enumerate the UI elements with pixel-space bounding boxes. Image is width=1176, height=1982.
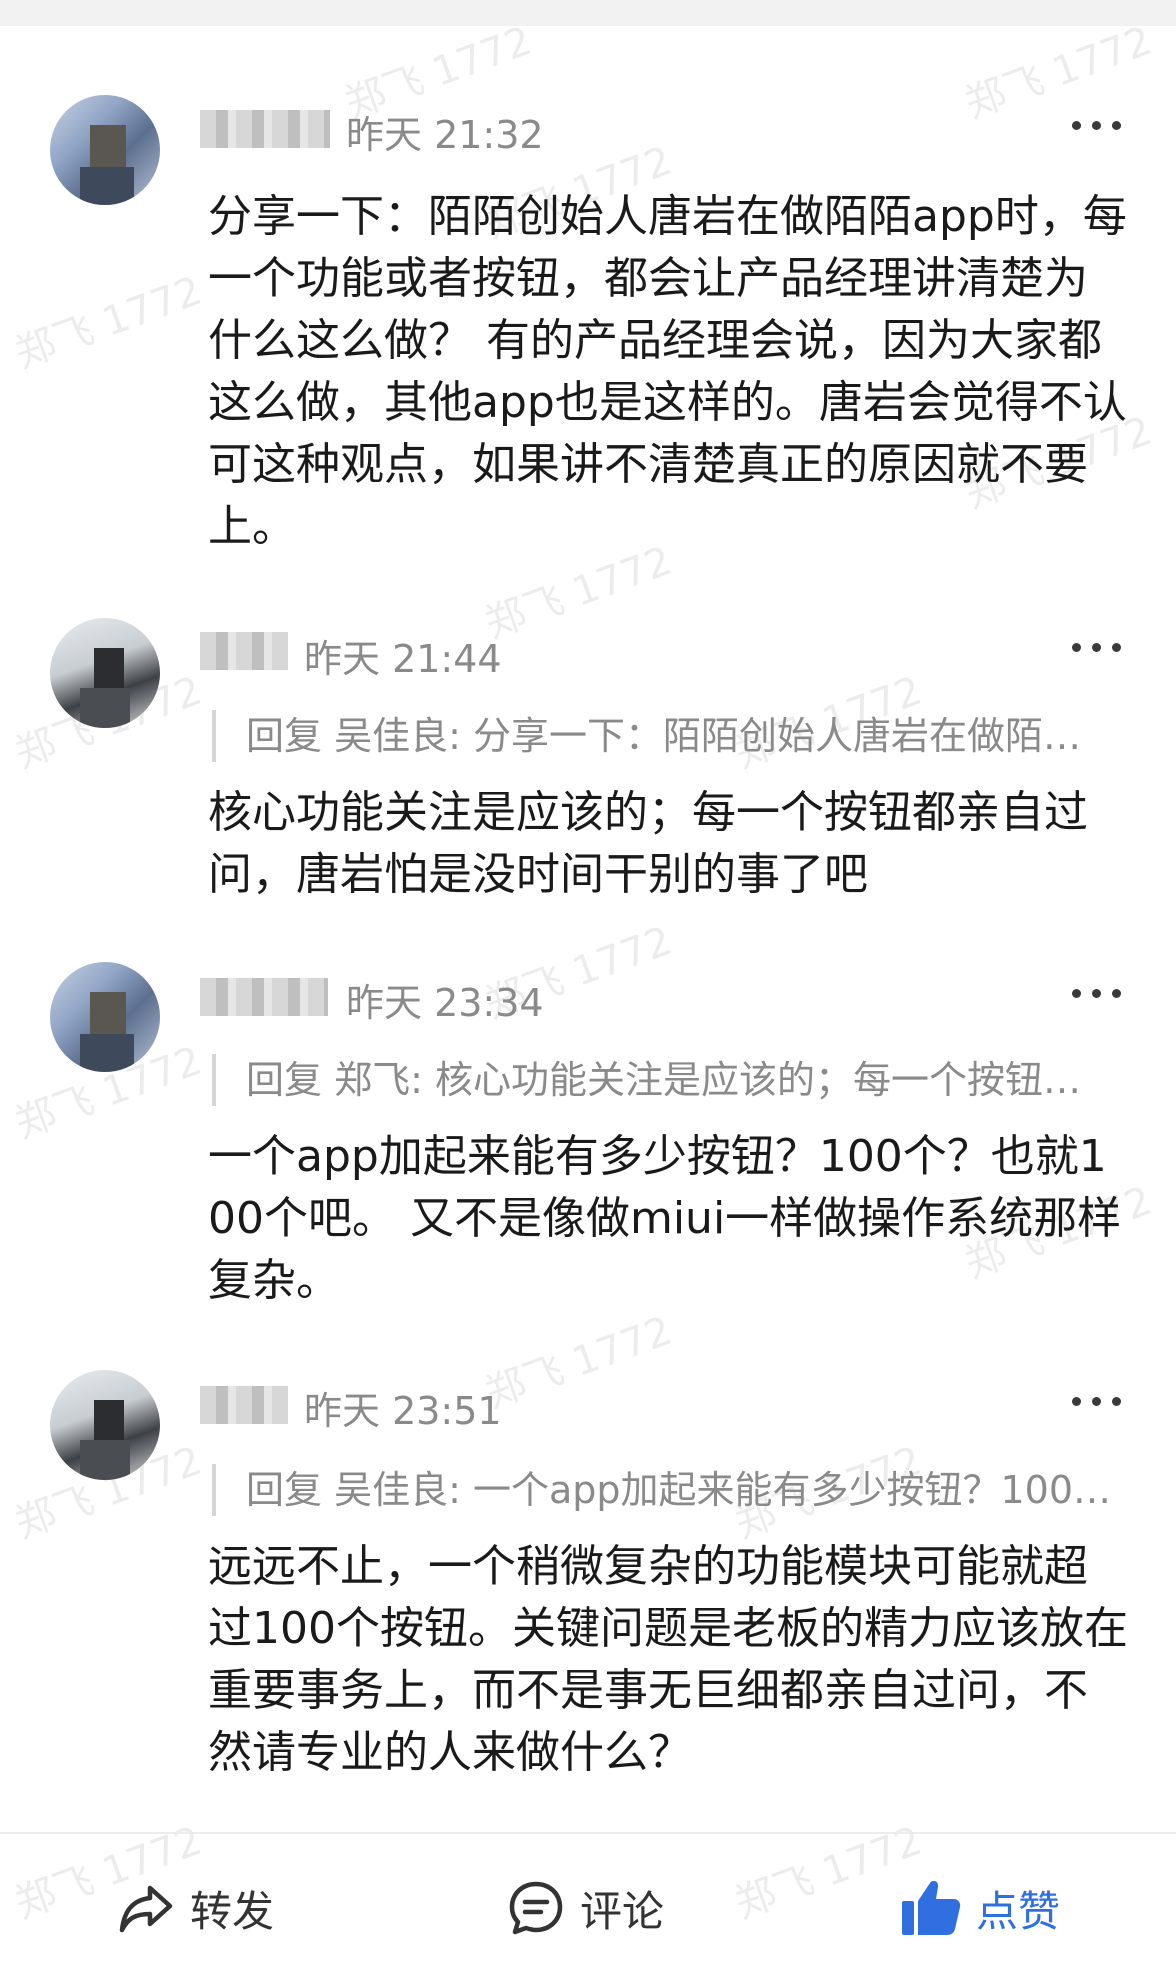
reply-quote[interactable]: 回复 吴佳良: 分享一下：陌陌创始人唐岩在做陌陌app时，每一个功能或者按钮 bbox=[212, 710, 1112, 762]
comment-text: 分享一下：陌陌创始人唐岩在做陌陌app时，每一个功能或者按钮，都会让产品经理讲清… bbox=[208, 191, 1127, 552]
like-label: 点赞 bbox=[976, 1886, 1061, 1936]
reply-quote[interactable]: 回复 吴佳良: 一个app加起来能有多少按钮？100个？也就100个吧 bbox=[212, 1464, 1112, 1516]
watermark: 郑飞 1772 bbox=[9, 267, 208, 378]
more-icon[interactable] bbox=[1072, 1394, 1122, 1408]
more-icon[interactable] bbox=[1072, 640, 1122, 654]
action-bar: 转发 评论 点赞 bbox=[0, 1834, 1176, 1982]
avatar[interactable] bbox=[50, 95, 160, 205]
watermark: 郑飞 1772 bbox=[959, 17, 1158, 128]
comment-thread-page: 郑飞 1772 郑飞 1772 郑飞 1772 郑飞 1772 郑飞 1772 … bbox=[0, 0, 1176, 1982]
like-button[interactable]: 点赞 bbox=[900, 1834, 1060, 1982]
username-redacted[interactable] bbox=[200, 110, 330, 148]
avatar[interactable] bbox=[50, 1370, 160, 1480]
more-icon[interactable] bbox=[1072, 986, 1122, 1000]
avatar[interactable] bbox=[50, 618, 160, 728]
forward-icon bbox=[119, 1885, 173, 1933]
more-icon[interactable] bbox=[1072, 118, 1122, 132]
watermark: 郑飞 1772 bbox=[479, 1307, 678, 1418]
comment-text: 核心功能关注是应该的；每一个按钮都亲自过问，唐岩怕是没时间干别的事了吧 bbox=[208, 787, 1088, 900]
timestamp: 昨天 23:34 bbox=[346, 981, 544, 1025]
comment-text: 远远不止，一个稍微复杂的功能模块可能就超过100个按钮。关键问题是老板的精力应该… bbox=[208, 1541, 1128, 1778]
timestamp: 昨天 21:44 bbox=[304, 637, 502, 681]
comment-icon bbox=[509, 1881, 563, 1935]
top-strip bbox=[0, 0, 1176, 26]
avatar[interactable] bbox=[50, 962, 160, 1072]
username-redacted[interactable] bbox=[200, 978, 328, 1016]
reply-quote[interactable]: 回复 郑飞: 核心功能关注是应该的；每一个按钮都亲自过问 bbox=[212, 1054, 1112, 1106]
thumbs-up-icon bbox=[902, 1880, 961, 1935]
username-redacted[interactable] bbox=[200, 632, 288, 670]
forward-label: 转发 bbox=[190, 1886, 275, 1936]
username-redacted[interactable] bbox=[200, 1386, 288, 1424]
forward-button[interactable]: 转发 bbox=[116, 1834, 274, 1982]
comment-button[interactable]: 评论 bbox=[506, 1834, 664, 1982]
comment-label: 评论 bbox=[580, 1886, 665, 1936]
timestamp: 昨天 21:32 bbox=[346, 113, 544, 157]
comment-text: 一个app加起来能有多少按钮？100个？也就100个吧。 又不是像做miui一样… bbox=[208, 1131, 1122, 1306]
timestamp: 昨天 23:51 bbox=[304, 1389, 502, 1433]
